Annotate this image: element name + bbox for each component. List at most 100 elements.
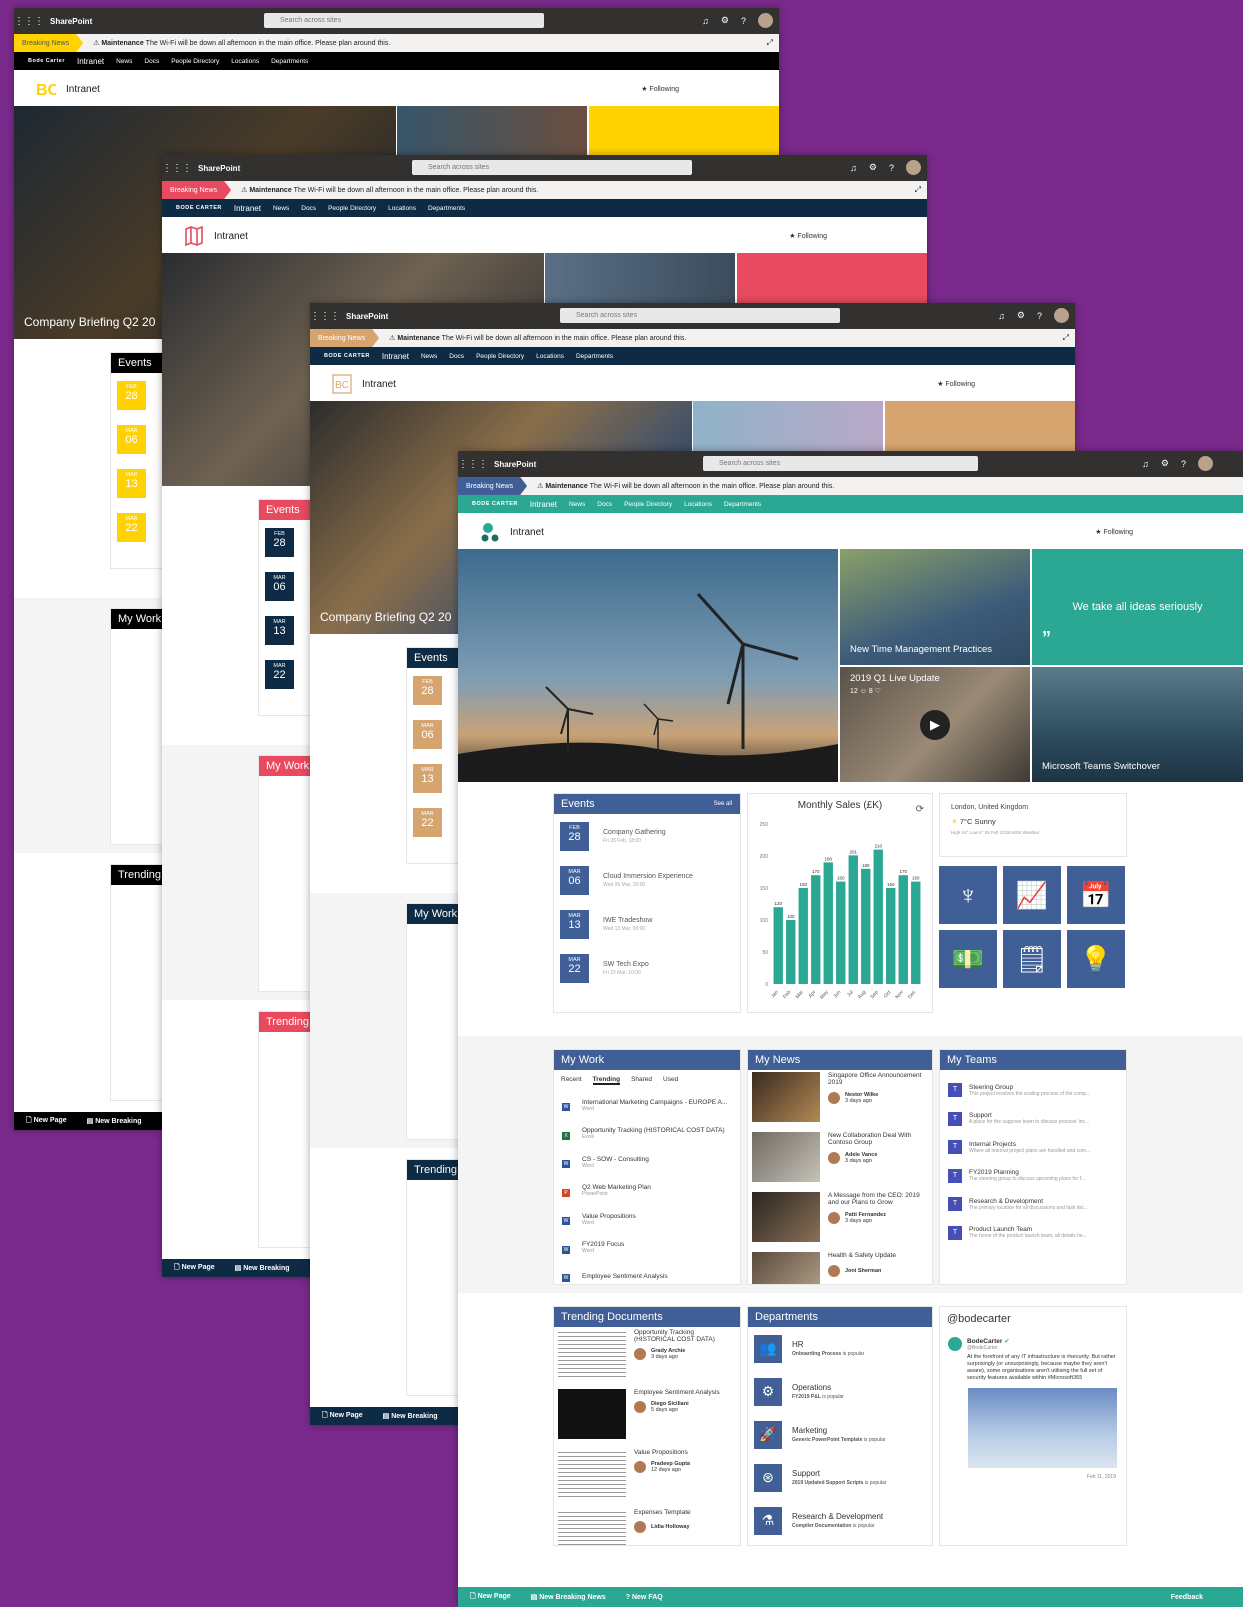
department-item[interactable]: ⊛ Support 2019 Updated Support Scripts is … <box>748 1456 932 1499</box>
site-title[interactable]: Intranet <box>214 231 248 242</box>
tweet-image[interactable] <box>968 1388 1117 1468</box>
new-breaking-news-button[interactable]: ▤ New Breaking News <box>531 1593 606 1601</box>
event-item[interactable]: MAR 13 IWE Tradeshow Wed 13 Mar, 09:00 <box>554 902 740 946</box>
expand-icon[interactable]: ⤢ <box>1063 333 1069 343</box>
avatar[interactable] <box>1198 456 1213 471</box>
list-item[interactable]: Opportunity Tracking (HISTORICAL COST DA… <box>554 1327 740 1387</box>
tweet-author[interactable]: BodeCarter <box>967 1338 1002 1345</box>
hub-nav-locations[interactable]: Locations <box>388 205 416 212</box>
see-all-link[interactable]: See all <box>714 801 732 807</box>
hub-nav-docs[interactable]: Docs <box>301 205 316 212</box>
search-input[interactable]: Search across sites <box>264 13 544 28</box>
follow-button[interactable]: ★ Following <box>789 232 827 240</box>
hero-quote-tile[interactable] <box>885 401 1075 451</box>
search-input[interactable]: Search across sites <box>703 456 978 471</box>
hero-tile-solar[interactable]: New Time Management Practices <box>840 549 1030 665</box>
hero-quote-tile[interactable] <box>589 106 779 156</box>
quicklink-lightbulb-icon[interactable]: 💡 <box>1067 930 1125 988</box>
department-item[interactable]: 👥 HR Onboarding Process is popular <box>748 1327 932 1370</box>
app-name[interactable]: SharePoint <box>494 460 536 469</box>
feedback-button[interactable]: Feedback <box>1171 1594 1203 1601</box>
bell-icon[interactable]: ♫ <box>998 311 1005 321</box>
list-item[interactable]: W FY2019 Focus Word <box>554 1234 740 1263</box>
follow-button[interactable]: ★ Following <box>1095 528 1133 536</box>
event-item[interactable]: MAR 22 SW Tech Expo Fri 22 Mar, 10:00 <box>554 946 740 990</box>
new-breaking-button[interactable]: ▤ New Breaking <box>87 1117 142 1125</box>
hub-nav-people[interactable]: People Directory <box>328 205 376 212</box>
tab-recent[interactable]: Recent <box>561 1076 582 1085</box>
app-launcher-icon[interactable]: ⋮⋮⋮ <box>458 459 488 470</box>
team-item[interactable]: T Research & Development The primary locat… <box>940 1190 1126 1219</box>
app-launcher-icon[interactable]: ⋮⋮⋮ <box>14 16 44 27</box>
event-item[interactable]: FEB 28 Company Gathering Fri 28 Feb, 18:00 <box>554 814 740 858</box>
site-title[interactable]: Intranet <box>362 379 396 390</box>
list-item[interactable]: X Opportunity Tracking (HISTORICAL COST D… <box>554 1120 740 1149</box>
hub-brand[interactable]: BODE CARTER <box>176 205 222 211</box>
hero-tile-crossfit[interactable] <box>397 106 587 156</box>
hero-quote-tile[interactable] <box>737 253 927 303</box>
team-item[interactable]: T FY2019 Planning The steering group to di… <box>940 1162 1126 1191</box>
team-item[interactable]: T Internal Projects Where all internal pro… <box>940 1133 1126 1162</box>
list-item[interactable]: W CS - SOW - Consulting Word <box>554 1148 740 1177</box>
department-item[interactable]: ⚗ Research & Development Compiler Document… <box>748 1499 932 1542</box>
hub-nav-news[interactable]: News <box>421 353 437 360</box>
app-name[interactable]: SharePoint <box>346 312 388 321</box>
avatar[interactable] <box>906 160 921 175</box>
event-item[interactable]: MAR 06 Cloud Immersion Experience Wed 06 Ma… <box>554 858 740 902</box>
hero-wind-turbines-tile[interactable] <box>458 549 838 782</box>
hub-nav-departments[interactable]: Departments <box>428 205 465 212</box>
quicklink-timesheet-icon[interactable]: 🗒 <box>1003 930 1061 988</box>
new-page-button[interactable]: 🗋 New Page <box>470 1592 511 1603</box>
list-item[interactable]: W International Marketing Campaigns - EUR… <box>554 1091 740 1120</box>
site-title[interactable]: Intranet <box>66 84 100 95</box>
news-item[interactable]: Health & Safety Update Joni Sherman <box>748 1250 932 1284</box>
help-icon[interactable]: ? <box>741 16 746 26</box>
gear-icon[interactable]: ⚙ <box>1161 458 1169 469</box>
new-page-button[interactable]: 🗋 New Page <box>174 1263 215 1274</box>
hub-nav-docs[interactable]: Docs <box>449 353 464 360</box>
app-name[interactable]: SharePoint <box>198 164 240 173</box>
play-icon[interactable]: ▶ <box>920 710 950 740</box>
search-input[interactable]: Search across sites <box>560 308 840 323</box>
bell-icon[interactable]: ♫ <box>702 16 709 26</box>
hub-nav-intranet[interactable]: Intranet <box>530 500 557 509</box>
gear-icon[interactable]: ⚙ <box>869 162 877 173</box>
hub-brand[interactable]: Bode Carter <box>28 58 65 64</box>
hub-nav-people[interactable]: People Directory <box>476 353 524 360</box>
help-icon[interactable]: ? <box>1181 459 1186 469</box>
hero-quote-tile[interactable]: ” We take all ideas seriously <box>1032 549 1243 665</box>
tab-trending[interactable]: Trending <box>592 1076 621 1085</box>
hub-nav-locations[interactable]: Locations <box>231 58 259 65</box>
hub-nav-locations[interactable]: Locations <box>684 501 712 508</box>
department-item[interactable]: 🚀 Marketing Generic PowerPoint Template is… <box>748 1413 932 1456</box>
expand-icon[interactable]: ⤢ <box>767 38 773 48</box>
team-item[interactable]: T Product Launch Team The home of the prod… <box>940 1219 1126 1248</box>
breaking-news-label[interactable]: Breaking News <box>310 329 380 347</box>
list-item[interactable]: P Q2 Web Marketing Plan PowerPoint <box>554 1177 740 1206</box>
hub-nav-news[interactable]: News <box>569 501 585 508</box>
list-item[interactable]: W Value Propositions Word <box>554 1205 740 1234</box>
follow-button[interactable]: ★ Following <box>937 380 975 388</box>
gear-icon[interactable]: ⚙ <box>1017 310 1025 321</box>
avatar[interactable] <box>1054 308 1069 323</box>
app-launcher-icon[interactable]: ⋮⋮⋮ <box>162 163 192 174</box>
hub-nav-news[interactable]: News <box>273 205 289 212</box>
department-item[interactable]: ⚙ Operations FY2019 P&L is popular <box>748 1370 932 1413</box>
hub-nav-docs[interactable]: Docs <box>144 58 159 65</box>
hub-nav-departments[interactable]: Departments <box>724 501 761 508</box>
team-item[interactable]: T Steering Group This project involves the… <box>940 1076 1126 1105</box>
list-item[interactable]: W Employee Sentiment Analysis <box>554 1262 740 1284</box>
list-item[interactable]: Employee Sentiment Analysis Diego Sicilia… <box>554 1387 740 1447</box>
list-item[interactable]: Value Propositions Pradeep Gupta 12 days a… <box>554 1447 740 1507</box>
tab-shared[interactable]: Shared <box>631 1076 652 1085</box>
news-item[interactable]: Singapore Office Announcement 2019 Nestor… <box>748 1070 932 1130</box>
new-faq-button[interactable]: ? New FAQ <box>626 1594 663 1601</box>
quicklink-calendar-icon[interactable]: 📅 <box>1067 866 1125 924</box>
app-launcher-icon[interactable]: ⋮⋮⋮ <box>310 311 340 322</box>
new-page-button[interactable]: 🗋 New Page <box>26 1116 67 1127</box>
site-title[interactable]: Intranet <box>510 527 544 538</box>
new-breaking-button[interactable]: ▤ New Breaking <box>383 1412 438 1420</box>
team-item[interactable]: T Support A place for the suppose team to … <box>940 1105 1126 1134</box>
hub-nav-docs[interactable]: Docs <box>597 501 612 508</box>
hub-nav-locations[interactable]: Locations <box>536 353 564 360</box>
